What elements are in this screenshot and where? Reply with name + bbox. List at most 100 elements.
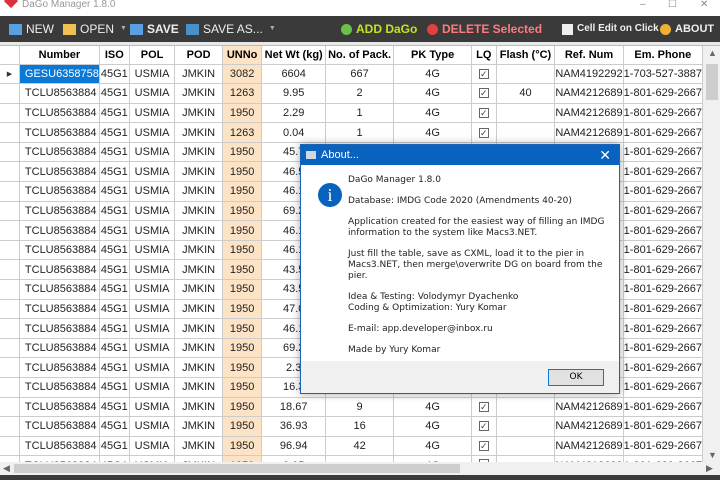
- minimize-button[interactable]: –: [640, 0, 646, 10]
- lq-checkbox[interactable]: ✓: [478, 421, 489, 432]
- maximize-button[interactable]: ☐: [668, 0, 677, 10]
- cell-pod[interactable]: JMKIN: [174, 259, 223, 281]
- column-header[interactable]: Net Wt (kg): [261, 46, 326, 65]
- cell-em-phone[interactable]: 1-801-629-2667: [623, 259, 703, 281]
- cell-pod[interactable]: JMKIN: [174, 142, 223, 163]
- cell-unno[interactable]: 1950: [222, 240, 263, 261]
- cell-pk-type[interactable]: 4G: [393, 122, 472, 143]
- cell-number[interactable]: TCLU8563884: [19, 299, 100, 320]
- cell-pod[interactable]: JMKIN: [174, 416, 223, 437]
- cell-flash-c[interactable]: 40: [496, 83, 556, 104]
- table-row[interactable]: TCLU8563884 45G1 USMIA JMKIN 1950 96.94 42 4G ✓ N…: [0, 436, 703, 457]
- cell-iso[interactable]: 45G1: [99, 416, 130, 437]
- cell-pol[interactable]: USMIA: [129, 397, 176, 418]
- row-header[interactable]: [0, 299, 20, 320]
- cell-em-phone[interactable]: 1-801-629-2667: [623, 299, 703, 320]
- cell-pod[interactable]: JMKIN: [174, 83, 223, 104]
- cell-number[interactable]: TCLU8563884: [19, 220, 100, 241]
- cell-iso[interactable]: 45G1: [99, 161, 130, 183]
- column-header[interactable]: PK Type: [393, 46, 472, 65]
- cell-lq[interactable]: ✓: [471, 83, 497, 104]
- cell-net-wt-kg[interactable]: 6604: [261, 64, 326, 85]
- about-button[interactable]: ABOUT: [660, 20, 714, 38]
- cell-number[interactable]: TCLU8563884: [19, 83, 100, 104]
- scroll-down-icon[interactable]: ▼: [708, 450, 717, 460]
- cell-pol[interactable]: USMIA: [129, 259, 176, 281]
- ok-button[interactable]: OK: [548, 369, 604, 386]
- row-header[interactable]: [0, 103, 20, 124]
- column-header[interactable]: Number: [19, 46, 100, 65]
- cell-lq[interactable]: ✓: [471, 416, 497, 437]
- cell-pol[interactable]: USMIA: [129, 240, 176, 261]
- cell-no-of-pack[interactable]: 667: [325, 64, 395, 85]
- cell-no-of-pack[interactable]: 9: [325, 397, 395, 418]
- row-header[interactable]: [0, 259, 20, 281]
- column-header[interactable]: POL: [129, 46, 176, 65]
- cell-unno[interactable]: 1950: [222, 161, 263, 183]
- cell-lq[interactable]: ✓: [471, 64, 497, 85]
- cell-number[interactable]: TCLU8563884: [19, 416, 100, 437]
- cell-pol[interactable]: USMIA: [129, 220, 176, 241]
- row-header[interactable]: ▶: [0, 64, 20, 85]
- cell-pod[interactable]: JMKIN: [174, 436, 223, 457]
- cell-unno[interactable]: 1950: [222, 259, 263, 281]
- row-header[interactable]: [0, 201, 20, 222]
- cell-flash-c[interactable]: [496, 397, 556, 418]
- lq-checkbox[interactable]: ✓: [478, 88, 489, 99]
- cell-iso[interactable]: 45G1: [99, 64, 130, 85]
- row-header[interactable]: [0, 161, 20, 183]
- scrollbar-thumb[interactable]: [706, 64, 718, 100]
- cell-pod[interactable]: JMKIN: [174, 122, 223, 143]
- cell-iso[interactable]: 45G1: [99, 220, 130, 241]
- cell-ref-num[interactable]: NAM4212689: [554, 83, 624, 104]
- row-header[interactable]: [0, 436, 20, 457]
- cell-net-wt-kg[interactable]: 9.95: [261, 83, 326, 104]
- cell-number[interactable]: TCLU8563884: [19, 357, 100, 378]
- vertical-scrollbar[interactable]: ▲ ▼: [703, 46, 720, 462]
- row-header[interactable]: [0, 181, 20, 202]
- cell-lq[interactable]: ✓: [471, 122, 497, 143]
- cell-iso[interactable]: 45G1: [99, 240, 130, 261]
- delete-selected-button[interactable]: DELETE Selected: [427, 20, 542, 38]
- row-header[interactable]: [0, 279, 20, 300]
- cell-iso[interactable]: 45G1: [99, 377, 130, 398]
- cell-no-of-pack[interactable]: 2: [325, 83, 395, 104]
- cell-ref-num[interactable]: NAM4212689: [554, 103, 624, 124]
- cell-pol[interactable]: USMIA: [129, 181, 176, 202]
- cell-pol[interactable]: USMIA: [129, 416, 176, 437]
- cell-iso[interactable]: 45G1: [99, 83, 130, 104]
- cell-unno[interactable]: 1950: [222, 338, 263, 359]
- cell-em-phone[interactable]: 1-801-629-2667: [623, 201, 703, 222]
- cell-iso[interactable]: 45G1: [99, 436, 130, 457]
- dialog-close-button[interactable]: ✕: [599, 145, 611, 165]
- horizontal-scrollbar[interactable]: ◀ ▶: [0, 462, 720, 475]
- cell-lq[interactable]: ✓: [471, 103, 497, 124]
- cell-number[interactable]: TCLU8563884: [19, 142, 100, 163]
- cell-em-phone[interactable]: 1-801-629-2667: [623, 338, 703, 359]
- cell-pol[interactable]: USMIA: [129, 377, 176, 398]
- cell-number[interactable]: TCLU8563884: [19, 436, 100, 457]
- cell-number[interactable]: TCLU8563884: [19, 240, 100, 261]
- cell-number[interactable]: TCLU8563884: [19, 122, 100, 143]
- cell-flash-c[interactable]: [496, 436, 556, 457]
- cell-no-of-pack[interactable]: 1: [325, 103, 395, 124]
- cell-iso[interactable]: 45G1: [99, 279, 130, 300]
- cell-iso[interactable]: 45G1: [99, 103, 130, 124]
- cell-em-phone[interactable]: 1-801-629-2667: [623, 279, 703, 300]
- save-as-button[interactable]: SAVE AS... ▼: [186, 20, 276, 38]
- cell-pol[interactable]: USMIA: [129, 201, 176, 222]
- cell-em-phone[interactable]: 1-801-629-2667: [623, 318, 703, 339]
- cell-pol[interactable]: USMIA: [129, 83, 176, 104]
- add-dago-button[interactable]: ADD DaGo: [341, 20, 417, 38]
- column-header[interactable]: No. of Pack.: [325, 46, 395, 65]
- cell-iso[interactable]: 45G1: [99, 318, 130, 339]
- row-header[interactable]: [0, 240, 20, 261]
- cell-iso[interactable]: 45G1: [99, 201, 130, 222]
- cell-net-wt-kg[interactable]: 0.04: [261, 122, 326, 143]
- cell-em-phone[interactable]: 1-801-629-2667: [623, 142, 703, 163]
- cell-number[interactable]: TCLU8563884: [19, 397, 100, 418]
- cell-unno[interactable]: 1950: [222, 279, 263, 300]
- cell-no-of-pack[interactable]: 42: [325, 436, 395, 457]
- lq-checkbox[interactable]: ✓: [478, 107, 489, 118]
- column-header[interactable]: UNNo: [222, 46, 263, 65]
